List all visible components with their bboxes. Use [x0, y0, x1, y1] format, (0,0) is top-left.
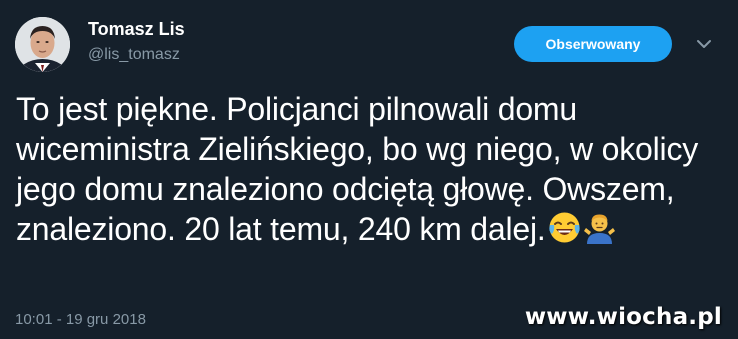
person-shrugging-icon	[583, 211, 616, 244]
watermark: www.wiocha.pl	[524, 304, 722, 330]
following-button[interactable]: Obserwowany	[514, 26, 672, 62]
avatar[interactable]	[15, 17, 70, 72]
chevron-down-icon[interactable]	[694, 34, 714, 54]
tweet-author: Tomasz Lis @lis_tomasz	[88, 18, 185, 65]
tweet-timestamp[interactable]: 10:01 - 19 gru 2018	[15, 311, 146, 329]
tweet-card: Tomasz Lis @lis_tomasz Obserwowany To je…	[0, 0, 738, 339]
face-with-tears-of-joy-icon	[548, 211, 581, 244]
author-handle[interactable]: @lis_tomasz	[88, 45, 185, 65]
tweet-text: To jest piękne. Policjanci pilnowali dom…	[16, 89, 728, 249]
author-display-name[interactable]: Tomasz Lis	[88, 18, 185, 40]
